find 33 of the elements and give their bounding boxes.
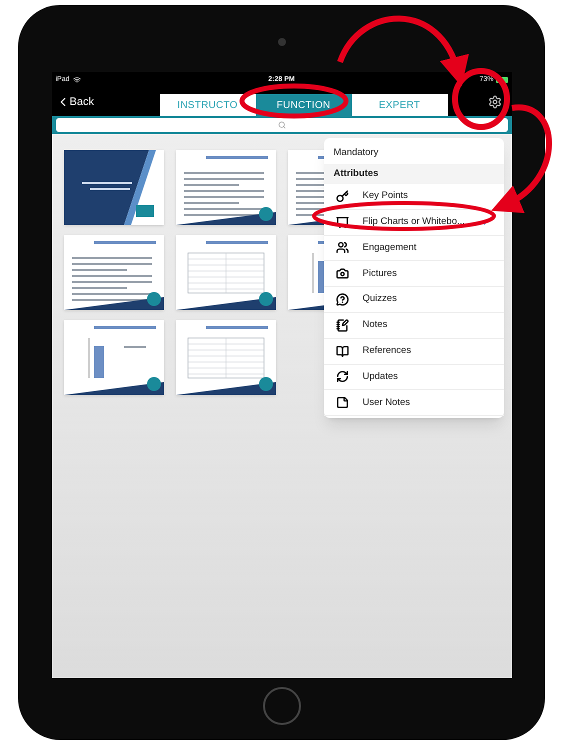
menu-item[interactable]: Pictures: [324, 261, 504, 288]
search-field[interactable]: [56, 118, 508, 132]
menu-item[interactable]: Flip Charts or Whitebo...: [324, 210, 504, 236]
menu-item[interactable]: Mandatory: [324, 142, 504, 164]
slide-thumbnail[interactable]: [176, 320, 276, 395]
book-icon: [336, 344, 348, 358]
menu-item[interactable]: References: [324, 338, 504, 365]
menu-item[interactable]: Notes: [324, 312, 504, 339]
slide-thumbnail[interactable]: [64, 320, 164, 395]
settings-icon[interactable]: [488, 95, 502, 109]
note-icon: [336, 396, 348, 410]
slide-thumbnail[interactable]: [176, 235, 276, 310]
people-icon: [336, 241, 348, 254]
annotation-circle: [452, 68, 510, 130]
camera-icon: [278, 38, 286, 46]
key-icon: [336, 190, 348, 203]
slide-thumbnail[interactable]: [64, 150, 164, 225]
easel-icon: [336, 216, 348, 229]
notebook-icon: [336, 318, 348, 332]
menu-item[interactable]: Key Points: [324, 184, 504, 210]
menu-item[interactable]: User Notes: [324, 390, 504, 416]
menu-item[interactable]: Quizzes: [324, 287, 504, 313]
slide-thumbnail[interactable]: [176, 150, 276, 225]
slide-thumbnail[interactable]: [64, 235, 164, 310]
menu-item[interactable]: Updates: [324, 364, 504, 390]
search-icon: [278, 121, 286, 129]
refresh-icon: [336, 370, 348, 384]
back-button[interactable]: Back: [52, 94, 160, 110]
question-icon: [336, 293, 348, 306]
camera-icon: [336, 267, 348, 280]
section-header: Attributes: [324, 164, 504, 184]
wifi-icon: [72, 76, 81, 84]
menu-item[interactable]: Engagement: [324, 236, 504, 262]
